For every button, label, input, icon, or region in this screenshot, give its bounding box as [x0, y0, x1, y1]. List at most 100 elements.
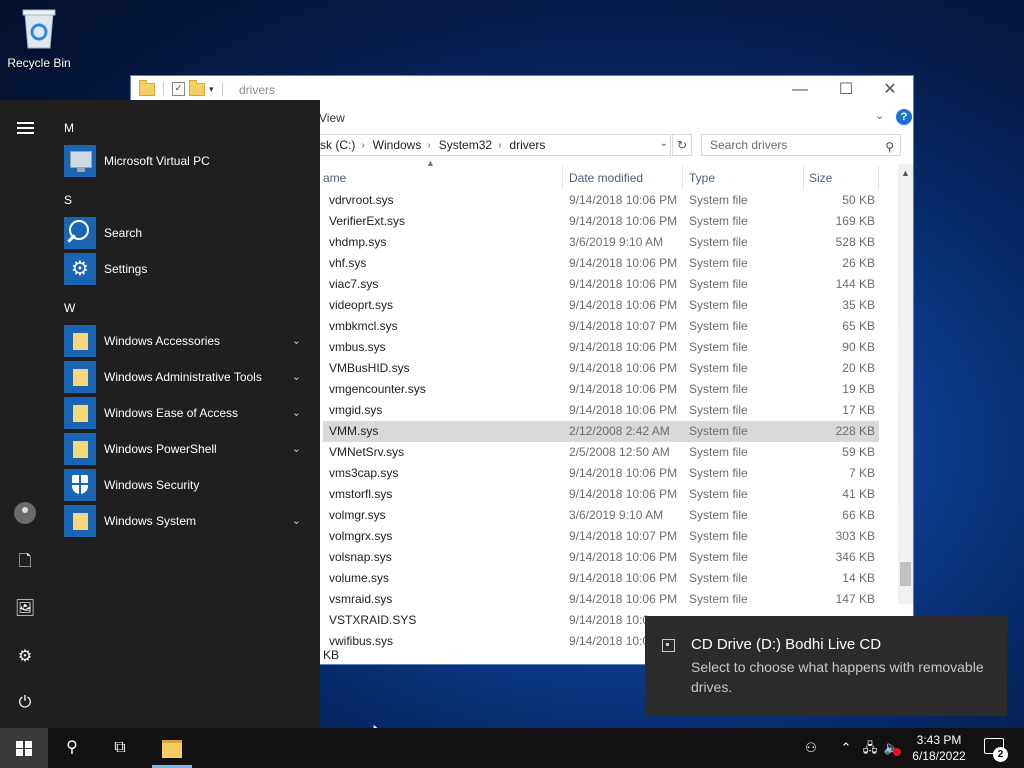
group-letter-m[interactable]: M [64, 121, 74, 135]
column-header-date-modified[interactable]: Date modified [569, 166, 643, 190]
hamburger-menu-icon[interactable] [17, 122, 34, 137]
file-row[interactable]: VMM.sys 2/12/2008 2:42 AM System file 228 K… [323, 421, 879, 442]
file-row[interactable]: vmbus.sys 9/14/2018 10:06 PM System file 90… [323, 337, 879, 358]
pictures-icon[interactable]: 🖼 [0, 598, 50, 618]
refresh-icon[interactable]: ↻ [672, 134, 692, 156]
maximize-button[interactable]: ☐ [823, 76, 869, 106]
file-row[interactable]: VMBusHID.sys 9/14/2018 10:06 PM System fil… [323, 358, 879, 379]
app-windows-accessories[interactable]: Windows Accessories ⌄ [64, 325, 309, 357]
address-dropdown-icon[interactable]: ⌄ [660, 138, 668, 149]
chevron-right-icon[interactable]: › [498, 140, 501, 151]
close-button[interactable]: ✕ [867, 76, 913, 106]
search-input[interactable]: Search drivers ⚲ [701, 134, 901, 156]
file-row[interactable]: videoprt.sys 9/14/2018 10:06 PM System fil… [323, 295, 879, 316]
notification-toast[interactable]: CD Drive (D:) Bodhi Live CD Select to ch… [645, 616, 1007, 716]
file-date: 3/6/2019 9:10 AM [569, 235, 664, 249]
file-name: VMBusHID.sys [329, 361, 410, 375]
chevron-down-icon[interactable]: ⌄ [292, 505, 301, 537]
app-label: Windows Administrative Tools [104, 370, 262, 384]
chevron-down-icon[interactable]: ⌄ [292, 397, 301, 429]
column-header-size[interactable]: Size [809, 166, 832, 190]
file-row[interactable]: vsmraid.sys 9/14/2018 10:06 PM System file… [323, 589, 879, 610]
tab-view[interactable]: View [319, 111, 345, 125]
file-row[interactable]: VerifierExt.sys 9/14/2018 10:06 PM System … [323, 211, 879, 232]
scroll-up-icon[interactable]: ▲ [898, 168, 913, 178]
app-windows-system[interactable]: Windows System ⌄ [64, 505, 309, 537]
app-search[interactable]: Search [64, 217, 309, 249]
file-row[interactable]: vmgencounter.sys 9/14/2018 10:06 PM System… [323, 379, 879, 400]
start-rail: 🗋 🖼 ⚙ ⏻ [0, 100, 50, 728]
app-windows-powershell[interactable]: Windows PowerShell ⌄ [64, 433, 309, 465]
people-icon[interactable]: ⚇ [800, 728, 822, 768]
ribbon-expand-icon[interactable]: ⌄ [875, 109, 884, 122]
file-row[interactable]: vmgid.sys 9/14/2018 10:06 PM System file 17… [323, 400, 879, 421]
file-row[interactable]: vmbkmcl.sys 9/14/2018 10:07 PM System file… [323, 316, 879, 337]
chevron-down-icon[interactable]: ⌄ [292, 361, 301, 393]
qat-dropdown-icon[interactable]: ▾ [209, 84, 214, 95]
vertical-scrollbar[interactable]: ▲ [898, 164, 913, 604]
group-letter-w[interactable]: W [64, 301, 75, 315]
column-divider[interactable] [562, 166, 563, 190]
file-row[interactable]: vhf.sys 9/14/2018 10:06 PM System file 26 K… [323, 253, 879, 274]
app-windows-security[interactable]: Windows Security [64, 469, 309, 501]
app-microsoft-virtual-pc[interactable]: Microsoft Virtual PC [64, 145, 309, 177]
folder-icon [64, 505, 96, 537]
column-divider[interactable] [682, 166, 683, 190]
file-date: 2/5/2008 12:50 AM [569, 445, 670, 459]
file-list: vdrvroot.sys 9/14/2018 10:06 PM System fil… [323, 190, 879, 652]
breadcrumb-system32[interactable]: System32 [439, 138, 492, 152]
breadcrumb-drive[interactable]: sk (C:) [320, 138, 355, 152]
file-row[interactable]: VMNetSrv.sys 2/5/2008 12:50 AM System file… [323, 442, 879, 463]
chevron-up-icon[interactable]: ⌃ [836, 728, 856, 768]
properties-icon[interactable]: ✓ [172, 82, 185, 96]
group-letter-s[interactable]: S [64, 193, 72, 207]
file-row[interactable]: volsnap.sys 9/14/2018 10:06 PM System file… [323, 547, 879, 568]
scroll-thumb[interactable] [900, 562, 911, 586]
separator [163, 82, 164, 96]
minimize-button[interactable]: — [777, 76, 823, 106]
chevron-right-icon[interactable]: › [361, 140, 364, 151]
network-icon[interactable]: 🖧 [860, 728, 880, 768]
taskbar-search-icon[interactable]: ⚲ [48, 728, 96, 768]
chevron-down-icon[interactable]: ⌄ [292, 433, 301, 465]
file-size: 7 KB [848, 466, 875, 480]
documents-icon[interactable]: 🗋 [0, 550, 50, 577]
task-view-icon[interactable]: ⧉ [96, 728, 144, 768]
column-header-type[interactable]: Type [689, 166, 715, 190]
power-icon[interactable]: ⏻ [0, 694, 50, 712]
file-row[interactable]: vms3cap.sys 9/14/2018 10:06 PM System file… [323, 463, 879, 484]
file-row[interactable]: vdrvroot.sys 9/14/2018 10:06 PM System fil… [323, 190, 879, 211]
file-date: 9/14/2018 10:06 PM [569, 550, 678, 564]
file-name: vhf.sys [329, 256, 367, 270]
app-settings[interactable]: ⚙ Settings [64, 253, 309, 285]
file-row[interactable]: volume.sys 9/14/2018 10:06 PM System file 1… [323, 568, 879, 589]
chevron-right-icon[interactable]: › [427, 140, 430, 151]
recycle-bin[interactable]: Recycle Bin [4, 6, 74, 70]
file-name: vms3cap.sys [329, 466, 399, 480]
address-bar[interactable]: sk (C:) › Windows › System32 › drivers ⌄ [261, 134, 671, 156]
column-divider[interactable] [878, 166, 879, 190]
file-type: System file [689, 214, 748, 228]
file-row[interactable]: volmgr.sys 3/6/2019 9:10 AM System file 66 … [323, 505, 879, 526]
new-folder-icon[interactable] [189, 79, 205, 96]
breadcrumb-drivers[interactable]: drivers [509, 138, 545, 152]
user-avatar-icon[interactable] [14, 502, 36, 524]
start-button[interactable] [0, 728, 48, 768]
column-divider[interactable] [803, 166, 804, 190]
settings-gear-icon[interactable]: ⚙ [0, 646, 50, 666]
file-date: 9/14/2018 10:06 PM [569, 382, 678, 396]
app-windows-ease-of-access[interactable]: Windows Ease of Access ⌄ [64, 397, 309, 429]
breadcrumb-windows[interactable]: Windows [373, 138, 422, 152]
taskbar-file-explorer[interactable] [148, 728, 196, 768]
file-row[interactable]: volmgrx.sys 9/14/2018 10:07 PM System file… [323, 526, 879, 547]
help-icon[interactable]: ? [896, 109, 912, 125]
app-label: Microsoft Virtual PC [104, 154, 210, 168]
shield-icon [64, 469, 96, 501]
file-row[interactable]: vmstorfl.sys 9/14/2018 10:06 PM System fil… [323, 484, 879, 505]
file-row[interactable]: vhdmp.sys 3/6/2019 9:10 AM System file 528 … [323, 232, 879, 253]
clock[interactable]: 3:43 PM 6/18/2022 [904, 732, 974, 764]
chevron-down-icon[interactable]: ⌄ [292, 325, 301, 357]
file-row[interactable]: viac7.sys 9/14/2018 10:06 PM System file 14… [323, 274, 879, 295]
column-header-name[interactable]: ame [323, 166, 346, 190]
app-windows-administrative-tools[interactable]: Windows Administrative Tools ⌄ [64, 361, 309, 393]
